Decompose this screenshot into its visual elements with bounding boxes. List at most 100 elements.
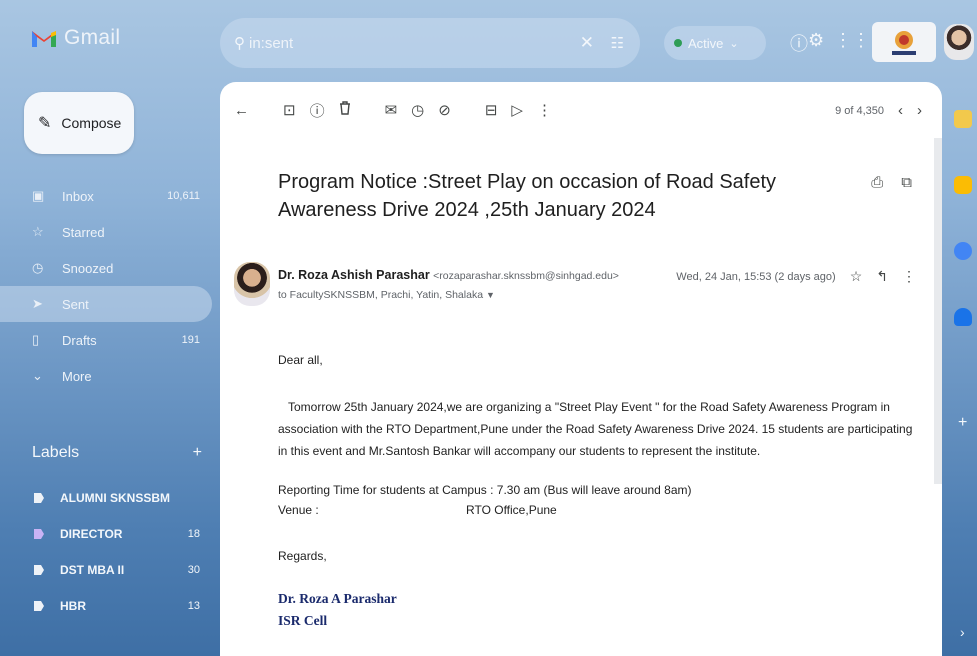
sender-name[interactable]: Dr. Roza Ashish Parashar [278, 268, 430, 282]
star-icon: ☆ [32, 224, 44, 239]
label-tag-icon [34, 493, 44, 503]
add-addon-icon[interactable]: + [958, 414, 967, 432]
print-icon[interactable]: ⎙ [871, 174, 883, 191]
clear-search-icon[interactable]: ✕ [580, 33, 594, 53]
gear-icon[interactable]: ⚙ [808, 30, 824, 51]
sidebar-item-label: Sent [62, 296, 89, 312]
label-item-alumni[interactable]: ALUMNI SKNSSBM [0, 480, 212, 516]
status-dot [674, 39, 682, 47]
sender-email: <rozaparashar.sknssbm@sinhgad.edu> [433, 270, 619, 282]
snooze-icon[interactable]: ◷ [411, 101, 424, 119]
status-dropdown[interactable]: Active ⌄ [664, 26, 766, 60]
label-count: 13 [187, 600, 200, 612]
expand-panel-icon[interactable]: › [960, 624, 965, 640]
recipients[interactable]: to FacultySKNSSBM, Prachi, Yatin, Shalak… [278, 289, 495, 301]
calendar-icon[interactable] [954, 110, 972, 128]
back-icon[interactable]: ← [234, 102, 249, 119]
search-bar[interactable]: ⚲ in:sent ✕ ☷ [220, 18, 640, 68]
more-vert-icon[interactable]: ⋮ [902, 268, 916, 285]
signature-name: Dr. Roza A Parashar [278, 591, 397, 606]
regards: Regards, [278, 549, 327, 563]
organization-logo[interactable] [872, 22, 936, 62]
search-icon[interactable]: ⚲ [234, 34, 245, 52]
add-task-icon[interactable]: ⊘ [438, 101, 451, 119]
label-name: DST MBA II [60, 563, 125, 577]
sidebar-nav: ▣ Inbox 10,611 ☆ Starred ◷ Snoozed ➤ Sen… [0, 178, 212, 394]
email-toolbar: ← ⊡ ⓘ ✉ ◷ ⊘ ⊟ ▷ ⋮ [220, 82, 942, 138]
app-name: Gmail [64, 26, 121, 49]
sender-avatar[interactable] [234, 262, 270, 306]
chevron-down-icon: ⌄ [32, 368, 43, 383]
inbox-icon: ▣ [32, 188, 45, 203]
venue-key: Venue : [278, 503, 319, 517]
email-view: ← ⊡ ⓘ ✉ ◷ ⊘ ⊟ ▷ ⋮ 9 of 4,350 ‹ › Program… [220, 82, 942, 656]
venue-value: RTO Office,Pune [466, 503, 557, 517]
labels-list: ALUMNI SKNSSBM DIRECTOR 18 DST MBA II 30… [0, 480, 212, 624]
compose-label: Compose [61, 115, 122, 131]
move-to-icon[interactable]: ⊟ [485, 101, 498, 119]
chevron-down-icon: ⌄ [729, 37, 739, 50]
label-tag-icon [34, 565, 44, 575]
add-label-icon[interactable]: + [193, 444, 202, 462]
reply-icon[interactable]: ↰ [876, 268, 888, 285]
top-bar: Gmail ⚲ in:sent ✕ ☷ Active ⌄ ⓘ ⚙ ⋮⋮ [0, 0, 977, 80]
label-name: DIRECTOR [60, 527, 123, 541]
sidebar-item-count: 191 [181, 334, 200, 346]
sidebar-item-label: Drafts [62, 332, 97, 348]
mark-unread-icon[interactable]: ✉ [385, 101, 398, 119]
report-spam-icon[interactable]: ⓘ [310, 100, 325, 121]
email-date: Wed, 24 Jan, 15:53 (2 days ago) [676, 270, 836, 283]
org-emblem-icon [892, 31, 916, 55]
label-count: 18 [187, 528, 200, 540]
next-icon[interactable]: › [917, 102, 922, 119]
label-tag-icon [34, 601, 44, 611]
delete-icon[interactable] [339, 101, 351, 119]
label-item-hbr[interactable]: HBR 13 [0, 588, 212, 624]
sidebar-item-drafts[interactable]: ▯ Drafts 191 [0, 322, 212, 358]
sender: Dr. Roza Ashish Parashar <rozaparashar.s… [278, 268, 619, 282]
sidebar-item-more[interactable]: ⌄ More [0, 358, 212, 394]
help-icon[interactable]: ⓘ [790, 30, 808, 56]
clock-icon: ◷ [32, 260, 44, 275]
sidebar-item-starred[interactable]: ☆ Starred [0, 214, 212, 250]
label-tag-icon [34, 529, 44, 539]
email-subject: Program Notice :Street Play on occasion … [278, 171, 777, 221]
label-icon[interactable]: ▷ [511, 101, 523, 119]
apps-grid-icon[interactable]: ⋮⋮ [834, 30, 870, 51]
pencil-icon: ✎ [38, 115, 52, 132]
labels-heading: Labels + [32, 444, 202, 462]
gmail-logo[interactable]: Gmail [30, 26, 120, 50]
more-vert-icon[interactable]: ⋮ [537, 101, 552, 119]
subject-actions: ⎙ ⧉ [871, 174, 912, 191]
email-meta: Wed, 24 Jan, 15:53 (2 days ago) ☆ ↰ ⋮ [676, 268, 916, 285]
scrollbar[interactable] [934, 138, 942, 484]
label-name: HBR [60, 599, 86, 613]
search-query[interactable]: in:sent [249, 35, 293, 52]
keep-icon[interactable] [954, 176, 972, 194]
draft-icon: ▯ [32, 332, 40, 347]
chevron-down-icon[interactable]: ▼ [486, 290, 495, 300]
sidebar-item-label: Snoozed [62, 260, 114, 276]
reporting-time: Reporting Time for students at Campus : … [278, 483, 692, 497]
sidebar-item-inbox[interactable]: ▣ Inbox 10,611 [0, 178, 212, 214]
signature-dept: ISR Cell [278, 613, 328, 628]
labels-title: Labels [32, 444, 80, 461]
recipients-text: to FacultySKNSSBM, Prachi, Yatin, Shalak… [278, 289, 484, 301]
sidebar-item-label: Starred [62, 224, 105, 240]
label-item-director[interactable]: DIRECTOR 18 [0, 516, 212, 552]
star-icon[interactable]: ☆ [850, 268, 863, 285]
account-avatar[interactable] [944, 24, 974, 60]
prev-icon[interactable]: ‹ [898, 102, 903, 119]
search-options-icon[interactable]: ☷ [611, 34, 624, 52]
archive-icon[interactable]: ⊡ [283, 101, 296, 119]
contacts-icon[interactable] [954, 308, 972, 326]
sidebar-item-sent[interactable]: ➤ Sent [0, 286, 212, 322]
greeting: Dear all, [278, 353, 323, 367]
sidebar-item-snoozed[interactable]: ◷ Snoozed [0, 250, 212, 286]
tasks-icon[interactable] [954, 242, 972, 260]
pager-count: 9 of 4,350 [835, 104, 884, 117]
open-new-window-icon[interactable]: ⧉ [901, 174, 912, 191]
compose-button[interactable]: ✎ Compose [24, 92, 134, 154]
label-item-dst-mba[interactable]: DST MBA II 30 [0, 552, 212, 588]
send-icon: ➤ [32, 296, 43, 311]
